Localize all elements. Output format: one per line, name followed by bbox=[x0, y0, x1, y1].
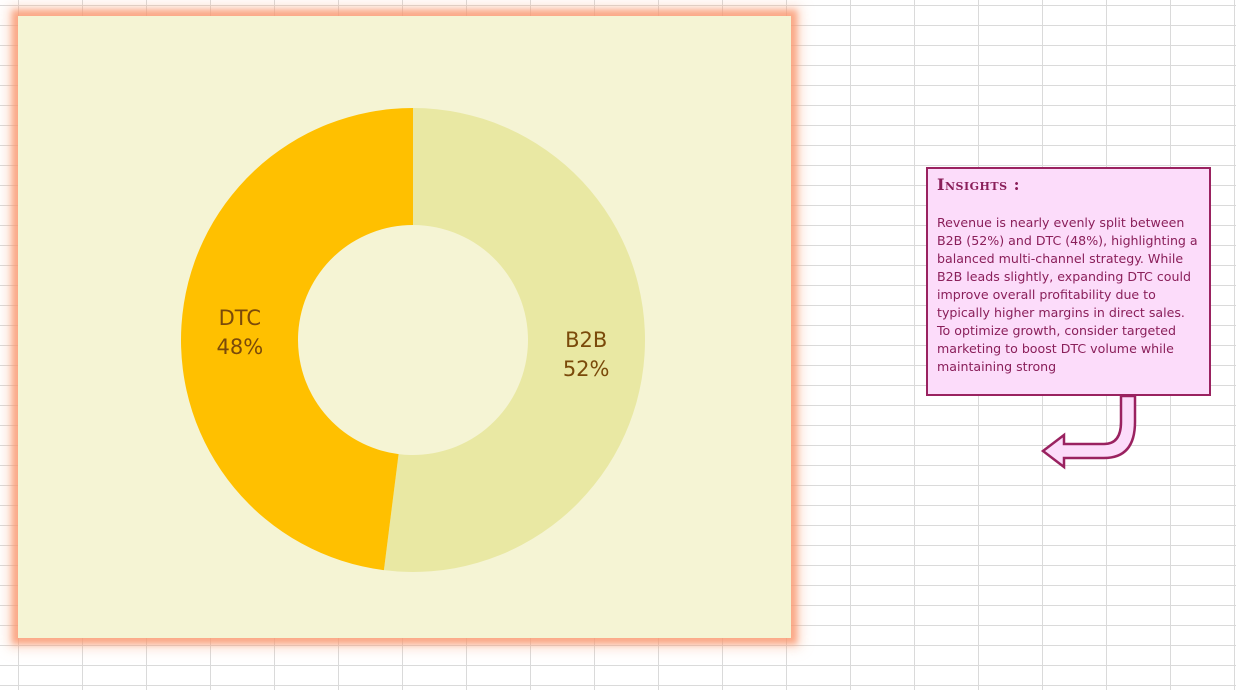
insights-textbox[interactable]: Insights : Revenue is nearly evenly spli… bbox=[926, 167, 1211, 396]
chart-area[interactable]: B2B 52% DTC 48% bbox=[18, 16, 791, 638]
data-label-category: DTC bbox=[219, 306, 261, 330]
data-label-category: B2B bbox=[565, 328, 607, 352]
donut-chart[interactable]: B2B 52% DTC 48% bbox=[18, 16, 791, 638]
arrow-shape bbox=[1040, 396, 1137, 470]
u-turn-arrow-left-icon[interactable] bbox=[1036, 396, 1146, 476]
insights-body: Revenue is nearly evenly split between B… bbox=[937, 215, 1198, 374]
insights-title: Insights : bbox=[937, 175, 1021, 194]
data-label-value: 48% bbox=[216, 335, 263, 359]
data-label-value: 52% bbox=[563, 357, 610, 381]
